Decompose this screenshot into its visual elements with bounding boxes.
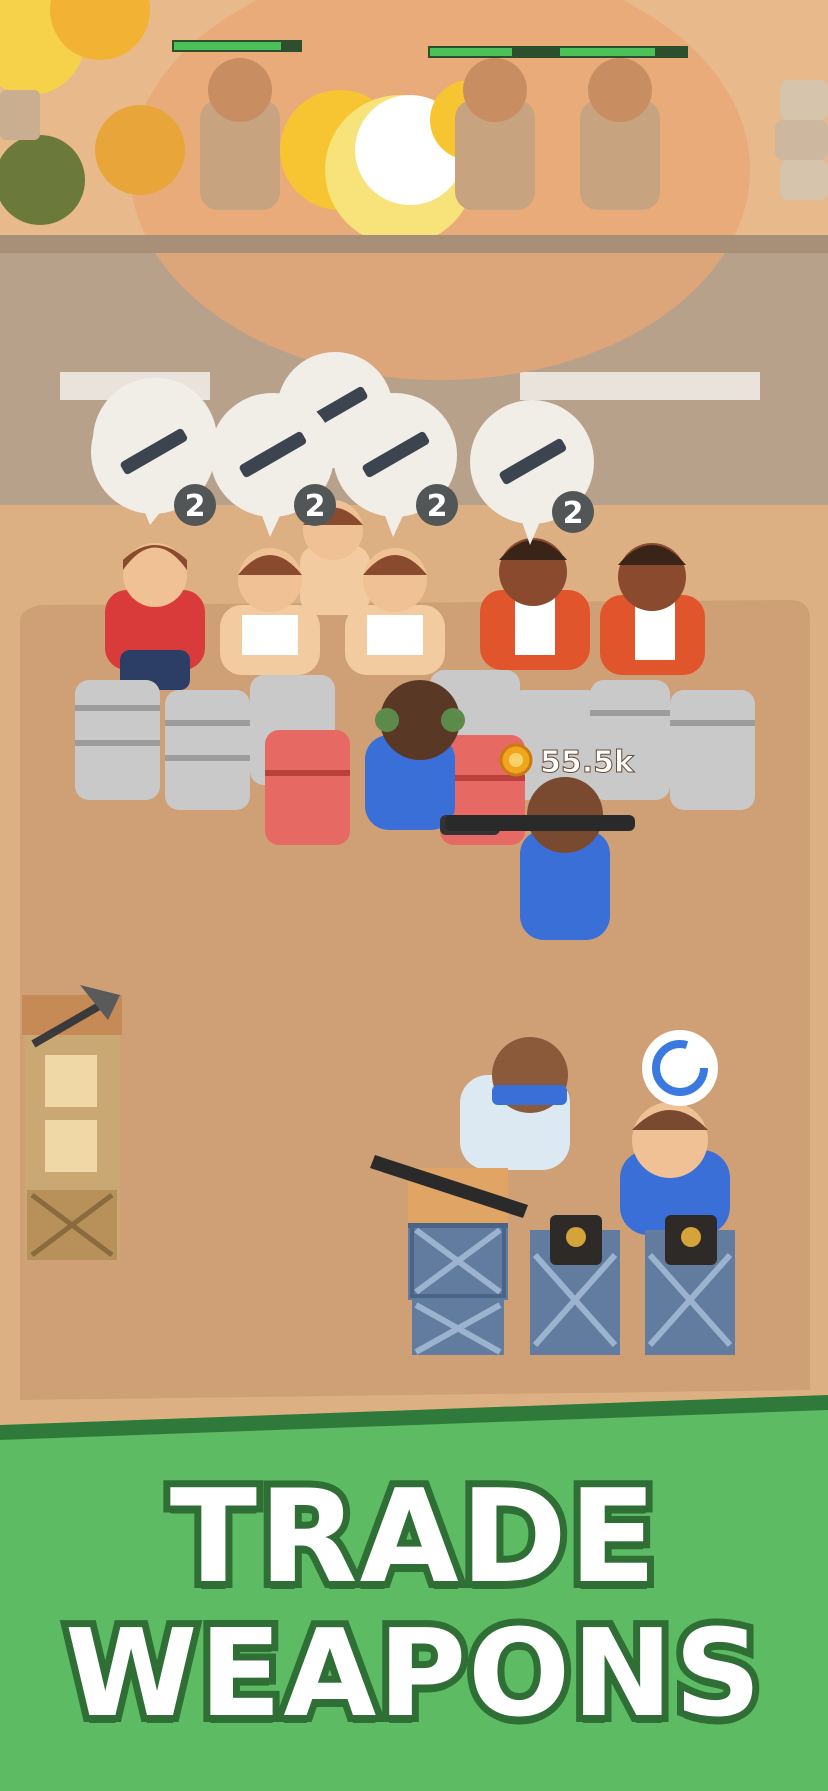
- loading-indicator: [642, 1030, 718, 1106]
- road-marking: [520, 372, 760, 400]
- sandbag: [780, 160, 828, 200]
- request-count: 2: [305, 489, 326, 524]
- sandbag: [0, 90, 40, 140]
- request-count: 2: [427, 489, 448, 524]
- sandbag: [775, 120, 828, 160]
- sandbag: [780, 80, 828, 120]
- enemy-health-bar: [560, 48, 655, 56]
- barrier-wall: [0, 235, 828, 253]
- coin-amount: 55.5k: [540, 745, 635, 780]
- title-line-1: TRADE: [163, 1461, 664, 1615]
- grenade-icon: [566, 1227, 586, 1247]
- grenade-crate[interactable]: [530, 1215, 620, 1355]
- explosion-cloud: [95, 105, 185, 195]
- game-scene[interactable]: 55.5k 2 2 2 2 TRADE WEAPONS: [0, 0, 828, 1791]
- red-barrel: [265, 730, 350, 845]
- enemy-health-bar: [174, 42, 281, 50]
- coin-indicator: 55.5k: [499, 743, 636, 781]
- grenade-crate[interactable]: [645, 1215, 735, 1355]
- enemy-health-bar: [430, 48, 512, 56]
- rifle-icon: [445, 815, 635, 831]
- request-count: 2: [185, 489, 206, 524]
- grenade-icon: [681, 1227, 701, 1247]
- axe-stand[interactable]: [22, 985, 122, 1260]
- title-line-2: WEAPONS: [58, 1603, 768, 1747]
- request-count: 2: [563, 496, 584, 531]
